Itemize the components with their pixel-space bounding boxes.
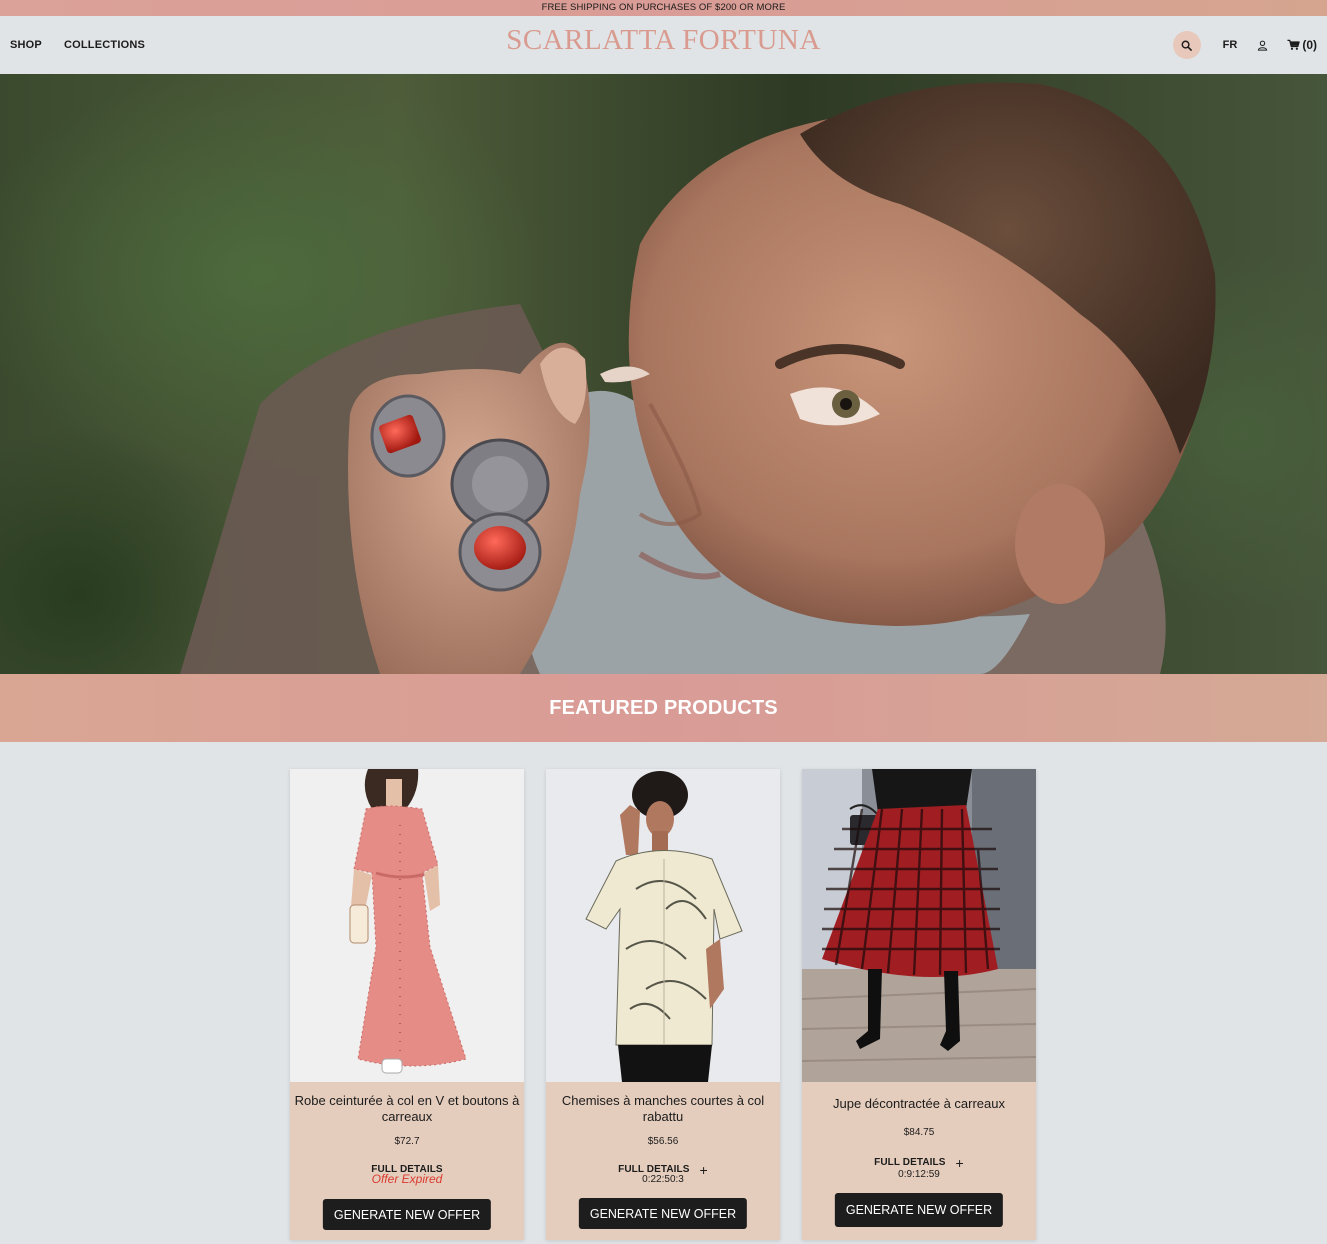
search-icon (1181, 40, 1193, 51)
full-details-label: FULL DETAILS (874, 1157, 946, 1168)
search-button[interactable] (1172, 31, 1201, 59)
product-info: Robe ceinturée à col en V et boutons à c… (290, 1082, 524, 1240)
header-actions: FR (0) (1172, 16, 1317, 74)
plus-icon: + (699, 1161, 708, 1178)
nav-shop-link[interactable]: SHOP (10, 39, 42, 51)
offer-countdown: 0:9:12:59 (898, 1169, 940, 1180)
product-title[interactable]: Jupe décontractée à carreaux (802, 1096, 1036, 1112)
featured-products-title: FEATURED PRODUCTS (549, 696, 778, 719)
featured-products-banner: FEATURED PRODUCTS (0, 674, 1327, 742)
hero-image (0, 74, 1327, 674)
site-header: SHOP COLLECTIONS SCARLATTA FORTUNA FR (0… (0, 16, 1327, 74)
account-button[interactable] (1255, 38, 1269, 52)
product-info: Chemises à manches courtes à col rabattu… (546, 1082, 780, 1240)
generate-offer-button[interactable]: GENERATE NEW OFFER (578, 1198, 748, 1229)
product-card[interactable]: Chemises à manches courtes à col rabattu… (546, 769, 780, 1240)
product-image[interactable] (802, 769, 1036, 1082)
product-title[interactable]: Chemises à manches courtes à col rabattu (546, 1093, 780, 1125)
cart-count: (0) (1302, 38, 1317, 52)
plus-icon: + (955, 1154, 964, 1171)
cart-button[interactable]: (0) (1287, 38, 1317, 52)
cart-icon (1287, 39, 1301, 50)
generate-offer-button[interactable]: GENERATE NEW OFFER (322, 1199, 492, 1230)
full-details-link[interactable]: FULL DETAILS + (874, 1154, 964, 1171)
product-price: $72.7 (394, 1136, 420, 1147)
product-image[interactable] (546, 769, 780, 1082)
language-switch[interactable]: FR (1223, 39, 1238, 51)
generate-offer-button[interactable]: GENERATE NEW OFFER (834, 1193, 1004, 1227)
offer-countdown: 0:22:50:3 (642, 1174, 684, 1185)
user-icon (1257, 40, 1268, 51)
offer-status: Offer Expired (371, 1172, 443, 1186)
product-card[interactable]: Jupe décontractée à carreaux $84.75 FULL… (802, 769, 1036, 1240)
announcement-bar: FREE SHIPPING ON PURCHASES OF $200 OR MO… (0, 0, 1327, 16)
product-card[interactable]: Robe ceinturée à col en V et boutons à c… (290, 769, 524, 1240)
product-price: $56.56 (647, 1136, 679, 1147)
nav-collections-link[interactable]: COLLECTIONS (64, 39, 145, 51)
brand-logo[interactable]: SCARLATTA FORTUNA (0, 24, 1327, 57)
product-title[interactable]: Robe ceinturée à col en V et boutons à c… (290, 1093, 524, 1125)
main-nav: SHOP COLLECTIONS (10, 16, 145, 74)
product-info: Jupe décontractée à carreaux $84.75 FULL… (802, 1082, 1036, 1240)
product-price: $84.75 (903, 1127, 935, 1138)
product-image[interactable] (290, 769, 524, 1082)
